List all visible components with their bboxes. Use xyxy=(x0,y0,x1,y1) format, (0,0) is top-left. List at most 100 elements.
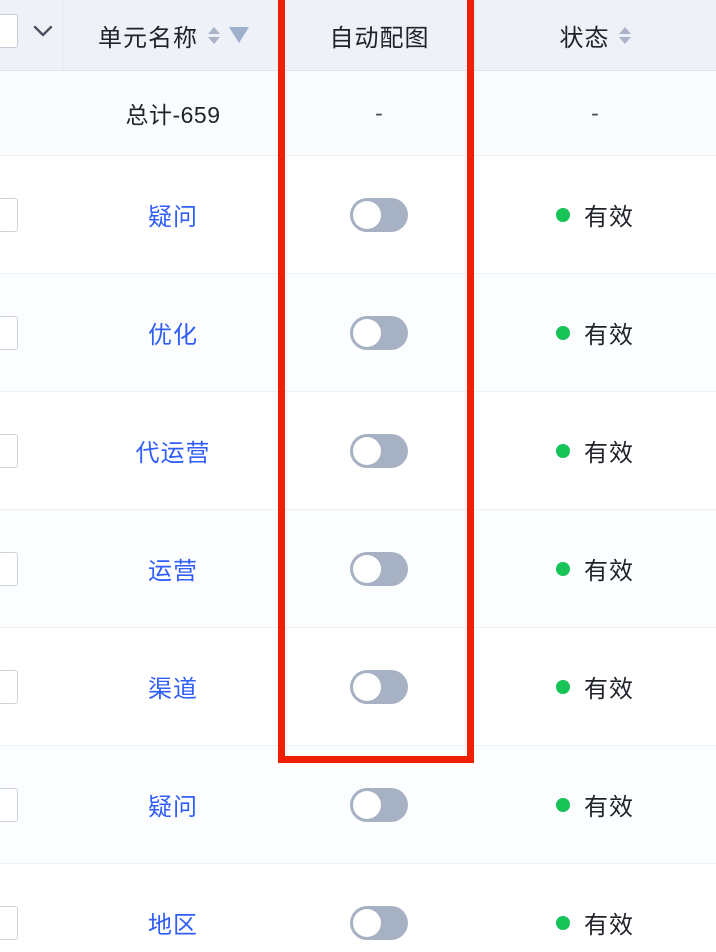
unit-name-link[interactable]: 疑问 xyxy=(148,787,198,822)
row-cell-name: 疑问 xyxy=(62,156,284,273)
row-checkbox[interactable] xyxy=(0,905,18,940)
table-row[interactable]: 疑问 有效 xyxy=(0,746,716,864)
status-label: 有效 xyxy=(584,676,634,703)
row-cell-select xyxy=(0,392,62,509)
row-cell-auto-image xyxy=(284,510,474,627)
unit-name-link[interactable]: 地区 xyxy=(148,905,198,940)
summary-status-value: - xyxy=(591,99,599,126)
toggle-knob xyxy=(353,790,381,819)
toggle-knob xyxy=(353,436,381,465)
auto-image-toggle[interactable] xyxy=(350,197,408,232)
row-checkbox[interactable] xyxy=(0,433,18,468)
chevron-down-icon[interactable] xyxy=(32,22,54,40)
auto-image-toggle[interactable] xyxy=(350,905,408,940)
row-cell-auto-image xyxy=(284,392,474,509)
table-row[interactable]: 优化 有效 xyxy=(0,274,716,392)
row-cell-select xyxy=(0,274,62,391)
auto-image-toggle[interactable] xyxy=(350,787,408,822)
toggle-knob xyxy=(353,200,381,229)
status-dot-icon xyxy=(556,915,570,930)
table-row[interactable]: 运营 有效 xyxy=(0,510,716,628)
status-label: 有效 xyxy=(584,558,634,585)
filter-icon-unit-name[interactable] xyxy=(229,27,249,43)
toggle-knob xyxy=(353,908,381,937)
summary-cell-auto-image: - xyxy=(284,71,474,155)
sort-icon-status[interactable] xyxy=(619,23,632,47)
toggle-knob xyxy=(353,318,381,347)
table-row[interactable]: 地区 有效 xyxy=(0,864,716,952)
summary-cell-select xyxy=(0,71,62,155)
row-cell-auto-image xyxy=(284,156,474,273)
status-dot-icon xyxy=(556,797,570,812)
row-cell-status: 有效 xyxy=(474,628,716,745)
toggle-knob xyxy=(353,672,381,701)
status-dot-icon xyxy=(556,325,570,340)
row-cell-auto-image xyxy=(284,864,474,952)
status-dot-icon xyxy=(556,443,570,458)
status-label: 有效 xyxy=(584,440,634,467)
status-label: 有效 xyxy=(584,794,634,821)
header-label-status: 状态 xyxy=(559,24,610,52)
unit-name-link[interactable]: 运营 xyxy=(148,551,198,586)
row-cell-name: 地区 xyxy=(62,864,284,952)
row-cell-name: 渠道 xyxy=(62,628,284,745)
header-label-auto-image: 自动配图 xyxy=(329,24,430,52)
select-all-checkbox[interactable] xyxy=(0,14,18,48)
row-cell-status: 有效 xyxy=(474,746,716,863)
row-cell-select xyxy=(0,864,62,952)
unit-name-link[interactable]: 代运营 xyxy=(136,433,211,468)
auto-image-toggle[interactable] xyxy=(350,551,408,586)
header-cell-select xyxy=(0,0,62,70)
sort-icon-unit-name[interactable] xyxy=(207,23,220,47)
table-header-row: 单元名称 自动配图 状态 xyxy=(0,0,716,71)
row-cell-name: 代运营 xyxy=(62,392,284,509)
table-screen: 单元名称 自动配图 状态 总计-659 - - 疑问 有效 优化 有效 代运营 … xyxy=(0,0,716,952)
unit-name-link[interactable]: 疑问 xyxy=(148,197,198,232)
summary-total-label: 总计-659 xyxy=(125,102,221,128)
header-cell-auto-image[interactable]: 自动配图 xyxy=(284,0,474,70)
row-cell-status: 有效 xyxy=(474,392,716,509)
table-row[interactable]: 渠道 有效 xyxy=(0,628,716,746)
summary-auto-image-value: - xyxy=(375,99,383,126)
auto-image-toggle[interactable] xyxy=(350,669,408,704)
row-cell-name: 优化 xyxy=(62,274,284,391)
table-summary-row: 总计-659 - - xyxy=(0,71,716,156)
row-cell-auto-image xyxy=(284,628,474,745)
status-dot-icon xyxy=(556,679,570,694)
status-label: 有效 xyxy=(584,322,634,349)
row-checkbox[interactable] xyxy=(0,197,18,232)
row-cell-status: 有效 xyxy=(474,864,716,952)
status-dot-icon xyxy=(556,561,570,576)
row-cell-name: 运营 xyxy=(62,510,284,627)
summary-cell-status: - xyxy=(474,71,716,155)
toggle-knob xyxy=(353,554,381,583)
row-cell-name: 疑问 xyxy=(62,746,284,863)
unit-name-link[interactable]: 优化 xyxy=(148,315,198,350)
unit-name-link[interactable]: 渠道 xyxy=(148,669,198,704)
row-checkbox[interactable] xyxy=(0,551,18,586)
units-table: 单元名称 自动配图 状态 总计-659 - - 疑问 有效 优化 有效 代运营 … xyxy=(0,0,716,952)
status-label: 有效 xyxy=(584,204,634,231)
header-cell-unit-name[interactable]: 单元名称 xyxy=(62,0,284,70)
row-cell-auto-image xyxy=(284,274,474,391)
table-row[interactable]: 代运营 有效 xyxy=(0,392,716,510)
row-cell-select xyxy=(0,628,62,745)
header-cell-status[interactable]: 状态 xyxy=(474,0,716,70)
row-checkbox[interactable] xyxy=(0,315,18,350)
auto-image-toggle[interactable] xyxy=(350,315,408,350)
header-label-unit-name: 单元名称 xyxy=(98,24,198,52)
status-dot-icon xyxy=(556,207,570,222)
row-checkbox[interactable] xyxy=(0,787,18,822)
table-row[interactable]: 疑问 有效 xyxy=(0,156,716,274)
row-cell-select xyxy=(0,156,62,273)
row-cell-select xyxy=(0,746,62,863)
summary-cell-name: 总计-659 xyxy=(62,71,284,155)
row-cell-status: 有效 xyxy=(474,274,716,391)
row-cell-auto-image xyxy=(284,746,474,863)
row-cell-status: 有效 xyxy=(474,510,716,627)
status-label: 有效 xyxy=(584,912,634,939)
auto-image-toggle[interactable] xyxy=(350,433,408,468)
row-checkbox[interactable] xyxy=(0,669,18,704)
row-cell-select xyxy=(0,510,62,627)
row-cell-status: 有效 xyxy=(474,156,716,273)
